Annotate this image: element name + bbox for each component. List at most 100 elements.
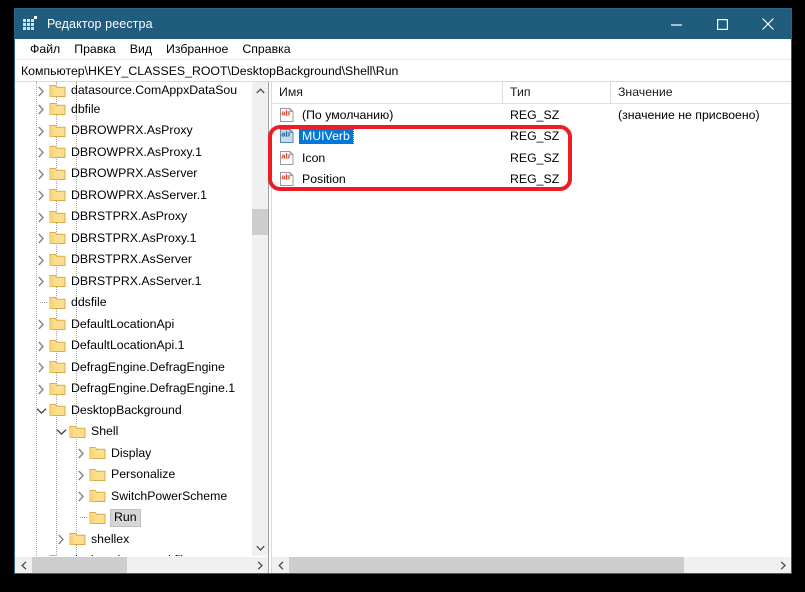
chevron-down-icon[interactable]	[33, 403, 49, 419]
chevron-right-icon[interactable]	[33, 381, 49, 397]
menu-item-help[interactable]: Справка	[235, 41, 297, 57]
chevron-right-icon[interactable]	[53, 532, 69, 548]
tree-hscroll-track[interactable]	[32, 557, 251, 573]
tree-item-switchpowerscheme[interactable]: SwitchPowerScheme	[15, 486, 251, 508]
column-header-value[interactable]: Значение	[611, 82, 791, 104]
tree-item-dbrstprx-asserver[interactable]: DBRSTPRX.AsServer	[15, 250, 251, 272]
chevron-right-icon[interactable]	[33, 553, 49, 556]
registry-path: Компьютер\HKEY_CLASSES_ROOT\DesktopBackg…	[21, 64, 398, 78]
value-row[interactable]: abMUIVerbREG_SZ	[272, 126, 791, 148]
tree-vertical-scrollbar[interactable]	[251, 82, 268, 556]
tree-item-defaultlocationapi-1[interactable]: DefaultLocationApi.1	[15, 336, 251, 358]
tree-scroll-thumb[interactable]	[252, 209, 268, 235]
tree-item-dbrstprx-asproxy[interactable]: DBRSTPRX.AsProxy	[15, 207, 251, 229]
folder-icon	[49, 554, 66, 556]
tree-item-ddsfile[interactable]: ddsfile	[15, 293, 251, 315]
tree-item-dbrowprx-asserver-1[interactable]: DBROWPRX.AsServer.1	[15, 185, 251, 207]
folder-icon	[49, 274, 66, 289]
tree-item-label: DBROWPRX.AsServer	[71, 166, 197, 182]
tree-item-datasource-comappxdatasou[interactable]: datasource.ComAppxDataSou	[15, 82, 251, 99]
menu-item-view[interactable]: Вид	[123, 41, 159, 57]
chevron-right-icon[interactable]	[33, 338, 49, 354]
chevron-right-icon[interactable]	[33, 102, 49, 118]
close-button[interactable]	[745, 9, 791, 39]
chevron-right-icon[interactable]	[33, 274, 49, 290]
chevron-right-icon[interactable]	[33, 209, 49, 225]
tree-item-dbrowprx-asproxy-1[interactable]: DBROWPRX.AsProxy.1	[15, 142, 251, 164]
menu-item-file[interactable]: Файл	[23, 41, 67, 57]
scroll-up-button[interactable]	[252, 82, 268, 99]
tree-scroll-track[interactable]	[252, 99, 268, 539]
tree-item-label: DesktopBackground	[71, 403, 182, 419]
tree-item-label: DBROWPRX.AsProxy.1	[71, 145, 202, 161]
list-hscroll-track[interactable]	[289, 557, 774, 573]
tree-item-dbrowprx-asserver[interactable]: DBROWPRX.AsServer	[15, 164, 251, 186]
value-data: (значение не присвоено)	[611, 108, 791, 122]
tree-item-label: DefragEngine.DefragEngine	[71, 360, 225, 376]
folder-icon	[89, 511, 106, 526]
chevron-right-icon[interactable]	[73, 446, 89, 462]
tree-item-desktopbackground[interactable]: DesktopBackground	[15, 400, 251, 422]
minimize-button[interactable]	[653, 9, 699, 39]
chevron-right-icon[interactable]	[33, 83, 49, 99]
tree-item-defragengine-defragengine[interactable]: DefragEngine.DefragEngine	[15, 357, 251, 379]
tree-item-label: desktopthemepackfile	[71, 553, 190, 556]
values-list[interactable]: ab(По умолчанию)REG_SZ(значение не присв…	[272, 104, 791, 556]
chevron-right-icon[interactable]	[33, 188, 49, 204]
folder-icon	[49, 360, 66, 375]
chevron-right-icon[interactable]	[33, 360, 49, 376]
list-hscroll-thumb[interactable]	[289, 557, 684, 573]
chevron-right-icon[interactable]	[33, 123, 49, 139]
tree-item-dbfile[interactable]: dbfile	[15, 99, 251, 121]
list-scroll-left-button[interactable]	[272, 557, 289, 573]
tree-item-defaultlocationapi[interactable]: DefaultLocationApi	[15, 314, 251, 336]
tree-item-label: Display	[111, 446, 151, 462]
chevron-right-icon[interactable]	[33, 145, 49, 161]
title-bar: Редактор реестра	[15, 9, 791, 39]
tree-horizontal-scrollbar[interactable]	[15, 556, 268, 573]
column-header-type[interactable]: Тип	[503, 82, 611, 104]
tree-item-defragengine-defragengine-1[interactable]: DefragEngine.DefragEngine.1	[15, 379, 251, 401]
address-bar[interactable]: Компьютер\HKEY_CLASSES_ROOT\DesktopBackg…	[15, 60, 791, 82]
tree-item-shellex[interactable]: shellex	[15, 529, 251, 551]
scroll-down-button[interactable]	[252, 539, 268, 556]
chevron-right-icon[interactable]	[33, 252, 49, 268]
svg-text:ab: ab	[281, 173, 290, 182]
svg-text:ab: ab	[281, 151, 290, 160]
chevron-right-icon[interactable]	[73, 467, 89, 483]
menu-item-favorites[interactable]: Избранное	[159, 41, 235, 57]
chevron-right-icon[interactable]	[33, 166, 49, 182]
tree-item-run[interactable]: Run	[15, 508, 251, 530]
chevron-down-icon[interactable]	[53, 424, 69, 440]
registry-tree[interactable]: datasource.ComAppxDataSou dbfile DBROWPRX.…	[15, 82, 251, 556]
value-type: REG_SZ	[503, 108, 611, 122]
menu-item-edit[interactable]: Правка	[67, 41, 123, 57]
tree-item-label: DefragEngine.DefragEngine.1	[71, 381, 235, 397]
tree-item-shell[interactable]: Shell	[15, 422, 251, 444]
tree-scroll-right-button[interactable]	[251, 557, 268, 573]
list-horizontal-scrollbar[interactable]	[272, 556, 791, 573]
list-scroll-right-button[interactable]	[774, 557, 791, 573]
column-header-name[interactable]: Имя	[272, 82, 503, 104]
list-header: Имя Тип Значение	[272, 82, 791, 104]
chevron-right-icon[interactable]	[33, 317, 49, 333]
folder-icon	[49, 382, 66, 397]
tree-pane: datasource.ComAppxDataSou dbfile DBROWPRX.…	[15, 82, 268, 573]
tree-hscroll-thumb[interactable]	[32, 557, 127, 573]
tree-item-label: ddsfile	[71, 295, 107, 311]
tree-item-desktopthemepackfile[interactable]: desktopthemepackfile	[15, 551, 251, 557]
tree-item-label: DBRSTPRX.AsProxy.1	[71, 231, 197, 247]
tree-scroll-left-button[interactable]	[15, 557, 32, 573]
chevron-right-icon[interactable]	[73, 489, 89, 505]
value-row[interactable]: abIconREG_SZ	[272, 147, 791, 169]
value-row[interactable]: ab(По умолчанию)REG_SZ(значение не присв…	[272, 104, 791, 126]
tree-item-personalize[interactable]: Personalize	[15, 465, 251, 487]
tree-item-dbrstprx-asproxy-1[interactable]: DBRSTPRX.AsProxy.1	[15, 228, 251, 250]
tree-item-display[interactable]: Display	[15, 443, 251, 465]
value-row[interactable]: abPositionREG_SZ	[272, 169, 791, 191]
tree-item-dbrowprx-asproxy[interactable]: DBROWPRX.AsProxy	[15, 121, 251, 143]
tree-item-label: dbfile	[71, 102, 100, 118]
maximize-button[interactable]	[699, 9, 745, 39]
tree-item-dbrstprx-asserver-1[interactable]: DBRSTPRX.AsServer.1	[15, 271, 251, 293]
chevron-right-icon[interactable]	[33, 231, 49, 247]
